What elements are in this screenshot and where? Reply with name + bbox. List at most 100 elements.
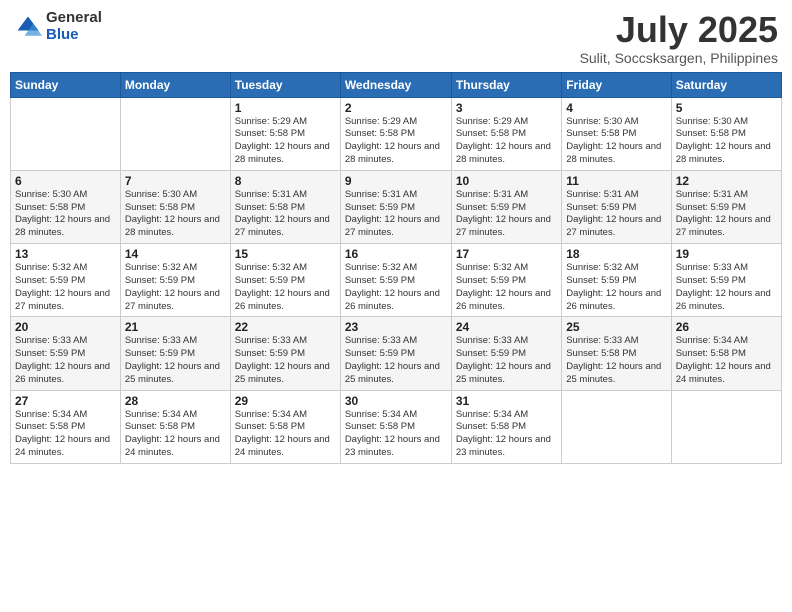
day-number: 15: [235, 247, 336, 261]
day-number: 17: [456, 247, 557, 261]
calendar-cell: 3Sunrise: 5:29 AM Sunset: 5:58 PM Daylig…: [451, 97, 561, 170]
calendar-cell: 20Sunrise: 5:33 AM Sunset: 5:59 PM Dayli…: [11, 317, 121, 390]
subtitle: Sulit, Soccsksargen, Philippines: [580, 50, 778, 66]
week-row-4: 20Sunrise: 5:33 AM Sunset: 5:59 PM Dayli…: [11, 317, 782, 390]
logo-icon: [14, 13, 42, 41]
day-number: 16: [345, 247, 447, 261]
calendar-cell: 30Sunrise: 5:34 AM Sunset: 5:58 PM Dayli…: [340, 390, 451, 463]
weekday-header-sunday: Sunday: [11, 72, 121, 97]
day-number: 19: [676, 247, 777, 261]
logo: General Blue: [14, 10, 102, 43]
day-number: 8: [235, 174, 336, 188]
calendar-cell: 22Sunrise: 5:33 AM Sunset: 5:59 PM Dayli…: [230, 317, 340, 390]
weekday-header-saturday: Saturday: [671, 72, 781, 97]
day-info: Sunrise: 5:34 AM Sunset: 5:58 PM Dayligh…: [235, 409, 336, 460]
day-info: Sunrise: 5:34 AM Sunset: 5:58 PM Dayligh…: [15, 409, 116, 460]
week-row-2: 6Sunrise: 5:30 AM Sunset: 5:58 PM Daylig…: [11, 170, 782, 243]
week-row-3: 13Sunrise: 5:32 AM Sunset: 5:59 PM Dayli…: [11, 244, 782, 317]
day-number: 13: [15, 247, 116, 261]
day-info: Sunrise: 5:30 AM Sunset: 5:58 PM Dayligh…: [15, 189, 116, 240]
day-number: 6: [15, 174, 116, 188]
calendar-table: SundayMondayTuesdayWednesdayThursdayFrid…: [10, 72, 782, 464]
day-info: Sunrise: 5:29 AM Sunset: 5:58 PM Dayligh…: [345, 116, 447, 167]
day-number: 10: [456, 174, 557, 188]
day-info: Sunrise: 5:31 AM Sunset: 5:59 PM Dayligh…: [566, 189, 666, 240]
day-number: 31: [456, 394, 557, 408]
day-number: 1: [235, 101, 336, 115]
calendar-cell: 13Sunrise: 5:32 AM Sunset: 5:59 PM Dayli…: [11, 244, 121, 317]
day-info: Sunrise: 5:32 AM Sunset: 5:59 PM Dayligh…: [15, 262, 116, 313]
calendar-cell: 28Sunrise: 5:34 AM Sunset: 5:58 PM Dayli…: [120, 390, 230, 463]
calendar-cell: [11, 97, 121, 170]
calendar-cell: [120, 97, 230, 170]
day-info: Sunrise: 5:29 AM Sunset: 5:58 PM Dayligh…: [456, 116, 557, 167]
calendar-cell: 5Sunrise: 5:30 AM Sunset: 5:58 PM Daylig…: [671, 97, 781, 170]
day-info: Sunrise: 5:30 AM Sunset: 5:58 PM Dayligh…: [566, 116, 666, 167]
day-info: Sunrise: 5:33 AM Sunset: 5:59 PM Dayligh…: [15, 335, 116, 386]
day-number: 27: [15, 394, 116, 408]
day-number: 7: [125, 174, 226, 188]
weekday-header-tuesday: Tuesday: [230, 72, 340, 97]
day-info: Sunrise: 5:33 AM Sunset: 5:59 PM Dayligh…: [676, 262, 777, 313]
day-info: Sunrise: 5:33 AM Sunset: 5:59 PM Dayligh…: [125, 335, 226, 386]
calendar-cell: 6Sunrise: 5:30 AM Sunset: 5:58 PM Daylig…: [11, 170, 121, 243]
calendar-cell: 8Sunrise: 5:31 AM Sunset: 5:58 PM Daylig…: [230, 170, 340, 243]
day-number: 23: [345, 320, 447, 334]
calendar-cell: 17Sunrise: 5:32 AM Sunset: 5:59 PM Dayli…: [451, 244, 561, 317]
day-number: 29: [235, 394, 336, 408]
day-number: 25: [566, 320, 666, 334]
day-info: Sunrise: 5:34 AM Sunset: 5:58 PM Dayligh…: [345, 409, 447, 460]
main-title: July 2025: [580, 10, 778, 50]
calendar-cell: 26Sunrise: 5:34 AM Sunset: 5:58 PM Dayli…: [671, 317, 781, 390]
day-number: 14: [125, 247, 226, 261]
calendar-cell: 23Sunrise: 5:33 AM Sunset: 5:59 PM Dayli…: [340, 317, 451, 390]
calendar-cell: [562, 390, 671, 463]
calendar-cell: 11Sunrise: 5:31 AM Sunset: 5:59 PM Dayli…: [562, 170, 671, 243]
day-info: Sunrise: 5:34 AM Sunset: 5:58 PM Dayligh…: [676, 335, 777, 386]
calendar-cell: 12Sunrise: 5:31 AM Sunset: 5:59 PM Dayli…: [671, 170, 781, 243]
calendar-cell: 19Sunrise: 5:33 AM Sunset: 5:59 PM Dayli…: [671, 244, 781, 317]
calendar-cell: 2Sunrise: 5:29 AM Sunset: 5:58 PM Daylig…: [340, 97, 451, 170]
day-info: Sunrise: 5:32 AM Sunset: 5:59 PM Dayligh…: [235, 262, 336, 313]
day-number: 12: [676, 174, 777, 188]
calendar-cell: [671, 390, 781, 463]
day-info: Sunrise: 5:29 AM Sunset: 5:58 PM Dayligh…: [235, 116, 336, 167]
day-number: 28: [125, 394, 226, 408]
calendar-cell: 24Sunrise: 5:33 AM Sunset: 5:59 PM Dayli…: [451, 317, 561, 390]
day-number: 21: [125, 320, 226, 334]
calendar-cell: 18Sunrise: 5:32 AM Sunset: 5:59 PM Dayli…: [562, 244, 671, 317]
weekday-header-thursday: Thursday: [451, 72, 561, 97]
day-info: Sunrise: 5:33 AM Sunset: 5:59 PM Dayligh…: [345, 335, 447, 386]
day-number: 11: [566, 174, 666, 188]
day-info: Sunrise: 5:31 AM Sunset: 5:59 PM Dayligh…: [676, 189, 777, 240]
week-row-1: 1Sunrise: 5:29 AM Sunset: 5:58 PM Daylig…: [11, 97, 782, 170]
day-number: 4: [566, 101, 666, 115]
calendar-cell: 16Sunrise: 5:32 AM Sunset: 5:59 PM Dayli…: [340, 244, 451, 317]
calendar-cell: 10Sunrise: 5:31 AM Sunset: 5:59 PM Dayli…: [451, 170, 561, 243]
day-info: Sunrise: 5:34 AM Sunset: 5:58 PM Dayligh…: [456, 409, 557, 460]
weekday-header-friday: Friday: [562, 72, 671, 97]
calendar-cell: 15Sunrise: 5:32 AM Sunset: 5:59 PM Dayli…: [230, 244, 340, 317]
week-row-5: 27Sunrise: 5:34 AM Sunset: 5:58 PM Dayli…: [11, 390, 782, 463]
weekday-header-monday: Monday: [120, 72, 230, 97]
day-number: 22: [235, 320, 336, 334]
day-number: 26: [676, 320, 777, 334]
calendar-cell: 7Sunrise: 5:30 AM Sunset: 5:58 PM Daylig…: [120, 170, 230, 243]
day-info: Sunrise: 5:31 AM Sunset: 5:58 PM Dayligh…: [235, 189, 336, 240]
calendar-cell: 1Sunrise: 5:29 AM Sunset: 5:58 PM Daylig…: [230, 97, 340, 170]
day-info: Sunrise: 5:32 AM Sunset: 5:59 PM Dayligh…: [456, 262, 557, 313]
calendar-cell: 14Sunrise: 5:32 AM Sunset: 5:59 PM Dayli…: [120, 244, 230, 317]
title-block: July 2025 Sulit, Soccsksargen, Philippin…: [580, 10, 778, 66]
day-number: 24: [456, 320, 557, 334]
calendar-cell: 29Sunrise: 5:34 AM Sunset: 5:58 PM Dayli…: [230, 390, 340, 463]
day-info: Sunrise: 5:32 AM Sunset: 5:59 PM Dayligh…: [566, 262, 666, 313]
day-info: Sunrise: 5:32 AM Sunset: 5:59 PM Dayligh…: [345, 262, 447, 313]
page-header: General Blue July 2025 Sulit, Soccsksarg…: [10, 10, 782, 66]
logo-blue-text: Blue: [46, 27, 102, 44]
day-number: 5: [676, 101, 777, 115]
weekday-header-row: SundayMondayTuesdayWednesdayThursdayFrid…: [11, 72, 782, 97]
calendar-cell: 27Sunrise: 5:34 AM Sunset: 5:58 PM Dayli…: [11, 390, 121, 463]
calendar-cell: 9Sunrise: 5:31 AM Sunset: 5:59 PM Daylig…: [340, 170, 451, 243]
day-number: 30: [345, 394, 447, 408]
logo-text: General Blue: [46, 10, 102, 43]
